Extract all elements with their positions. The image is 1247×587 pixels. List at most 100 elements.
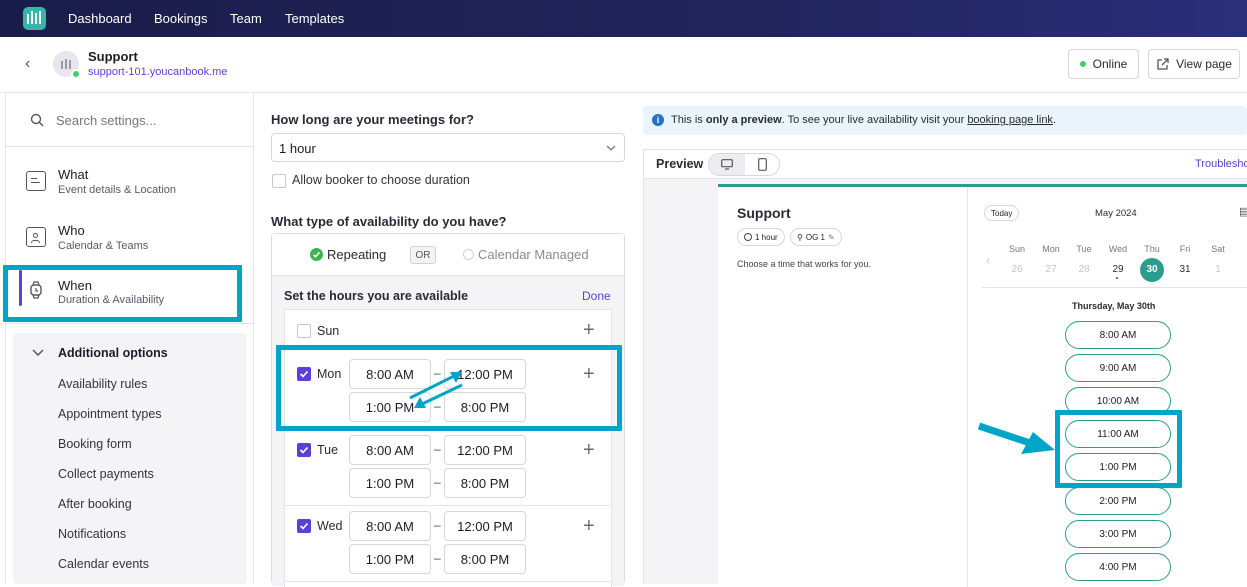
availability-question: What type of availability do you have? xyxy=(271,214,507,229)
additional-options-toggle[interactable]: Additional options xyxy=(58,346,168,360)
done-link[interactable]: Done xyxy=(582,289,611,303)
add-range-plus-icon[interactable]: + xyxy=(583,440,595,460)
date-cell: 27 xyxy=(1045,264,1057,275)
chevron-down-icon xyxy=(606,145,616,151)
subitem-booking-form[interactable]: Booking form xyxy=(58,437,132,451)
allow-duration-checkbox[interactable] xyxy=(272,174,286,188)
subitem-after-booking[interactable]: After booking xyxy=(58,497,132,511)
duration-question: How long are your meetings for? xyxy=(271,112,474,127)
nav-bookings[interactable]: Bookings xyxy=(154,11,207,26)
avatar xyxy=(53,51,81,79)
card-divider xyxy=(967,187,968,587)
wed-start-2-field[interactable]: 1:00 PM xyxy=(349,544,431,574)
booking-url-link[interactable]: support-101.youcanbook.me xyxy=(88,66,227,78)
subitem-collect-payments[interactable]: Collect payments xyxy=(58,467,154,481)
view-page-label: View page xyxy=(1176,57,1232,71)
nav-team[interactable]: Team xyxy=(230,11,262,26)
online-status-dot xyxy=(71,69,81,79)
divider xyxy=(982,287,1247,288)
weekday-label: Mon xyxy=(1042,244,1060,254)
search-icon xyxy=(30,113,44,127)
sidebar-item-when[interactable]: When Duration & Availability xyxy=(6,266,254,314)
nav-dashboard[interactable]: Dashboard xyxy=(68,11,132,26)
notice-text: This is only a preview. To see your live… xyxy=(671,114,1056,126)
preview-label: Preview xyxy=(656,157,704,171)
weekday-label: Wed xyxy=(1108,244,1128,254)
time-slot-button[interactable]: 3:00 PM xyxy=(1065,520,1171,548)
sidebar-item-label: When xyxy=(58,278,92,293)
sidebar-item-who[interactable]: Who Calendar & Teams xyxy=(6,212,254,260)
sidebar-item-sublabel: Event details & Location xyxy=(58,184,177,196)
tue-end-1-field[interactable]: 12:00 PM xyxy=(444,435,526,465)
time-slot-button[interactable]: 10:00 AM xyxy=(1065,387,1171,415)
notice-bold: only a preview xyxy=(705,114,782,126)
subitem-notifications[interactable]: Notifications xyxy=(58,527,126,541)
online-status-button[interactable]: Online xyxy=(1068,49,1139,79)
duration-chip: 1 hour xyxy=(737,228,785,246)
date-cell[interactable]: 31 xyxy=(1173,264,1197,275)
wed-end-2-field[interactable]: 8:00 PM xyxy=(444,544,526,574)
avatar-logo-icon xyxy=(61,59,71,69)
day-label: Wed xyxy=(317,519,343,533)
app-logo-icon[interactable] xyxy=(23,7,46,30)
wed-start-1-field[interactable]: 8:00 AM xyxy=(349,511,431,541)
online-label: Online xyxy=(1092,57,1128,71)
nav-templates[interactable]: Templates xyxy=(285,11,344,26)
date-cell[interactable]: 29 xyxy=(1106,264,1130,275)
sidebar-item-what[interactable]: What Event details & Location xyxy=(6,156,254,204)
subitem-availability-rules[interactable]: Availability rules xyxy=(58,377,147,391)
calendar-user-icon xyxy=(26,227,46,247)
weekday-label: Thu xyxy=(1144,244,1160,254)
booking-page-link[interactable]: booking page link xyxy=(967,114,1053,126)
today-button[interactable]: Today xyxy=(984,205,1020,221)
subitem-appointment-types[interactable]: Appointment types xyxy=(58,407,162,421)
check-circle-icon xyxy=(310,248,323,261)
info-icon: i xyxy=(652,114,664,126)
date-cell-selected[interactable]: 30 xyxy=(1140,264,1164,275)
date-cell: 1 xyxy=(1215,264,1221,275)
back-chevron-icon[interactable]: ‹ xyxy=(25,55,30,73)
time-slot-button[interactable]: 11:00 AM xyxy=(1065,420,1171,448)
time-slot-button[interactable]: 4:00 PM xyxy=(1065,553,1171,581)
mobile-icon[interactable] xyxy=(758,158,767,171)
document-icon xyxy=(26,171,46,191)
chevron-down-icon[interactable] xyxy=(32,349,44,357)
radio-icon xyxy=(463,249,474,260)
add-range-plus-icon[interactable]: + xyxy=(583,320,595,340)
time-slot-button[interactable]: 9:00 AM xyxy=(1065,354,1171,382)
tue-checkbox[interactable] xyxy=(297,443,311,457)
prev-week-chevron-icon[interactable]: ‹ xyxy=(986,253,990,267)
wed-checkbox[interactable] xyxy=(297,519,311,533)
sidebar-item-label: Who xyxy=(58,223,85,238)
person-icon: ⚲ xyxy=(797,232,803,242)
calendar-icon[interactable]: ▤ xyxy=(1239,205,1247,218)
tue-start-1-field[interactable]: 8:00 AM xyxy=(349,435,431,465)
calendar-managed-option[interactable]: Calendar Managed xyxy=(463,247,589,262)
search-settings-input[interactable] xyxy=(56,108,241,132)
duration-value: 1 hour xyxy=(279,141,316,156)
page-header: ‹ Support support-101.youcanbook.me Onli… xyxy=(0,37,1247,93)
repeating-option[interactable]: Repeating xyxy=(310,247,386,262)
mon-checkbox[interactable] xyxy=(297,367,311,381)
desktop-tab[interactable] xyxy=(709,154,745,175)
preview-notice: i This is only a preview. To see your li… xyxy=(643,106,1247,135)
view-page-button[interactable]: View page xyxy=(1148,49,1240,79)
weekday-label: Sun xyxy=(1008,244,1025,254)
desktop-icon xyxy=(721,159,733,170)
preview-toolbar: Preview Troublesho xyxy=(644,150,1247,179)
time-slot-button[interactable]: 2:00 PM xyxy=(1065,487,1171,515)
add-range-plus-icon[interactable]: + xyxy=(583,516,595,536)
sun-checkbox[interactable] xyxy=(297,324,311,338)
time-slot-button[interactable]: 8:00 AM xyxy=(1065,321,1171,349)
wed-end-1-field[interactable]: 12:00 PM xyxy=(444,511,526,541)
troubleshoot-link[interactable]: Troublesho xyxy=(1195,158,1247,170)
tue-end-2-field[interactable]: 8:00 PM xyxy=(444,468,526,498)
subitem-calendar-events[interactable]: Calendar events xyxy=(58,557,149,571)
or-separator: OR xyxy=(410,246,436,264)
range-dash: – xyxy=(434,442,441,456)
time-slot-button[interactable]: 1:00 PM xyxy=(1065,453,1171,481)
tue-start-2-field[interactable]: 1:00 PM xyxy=(349,468,431,498)
add-range-plus-icon[interactable]: + xyxy=(583,364,595,384)
host-chip[interactable]: ⚲ OG 1 ✎ xyxy=(790,228,842,246)
duration-select[interactable]: 1 hour xyxy=(271,133,625,162)
